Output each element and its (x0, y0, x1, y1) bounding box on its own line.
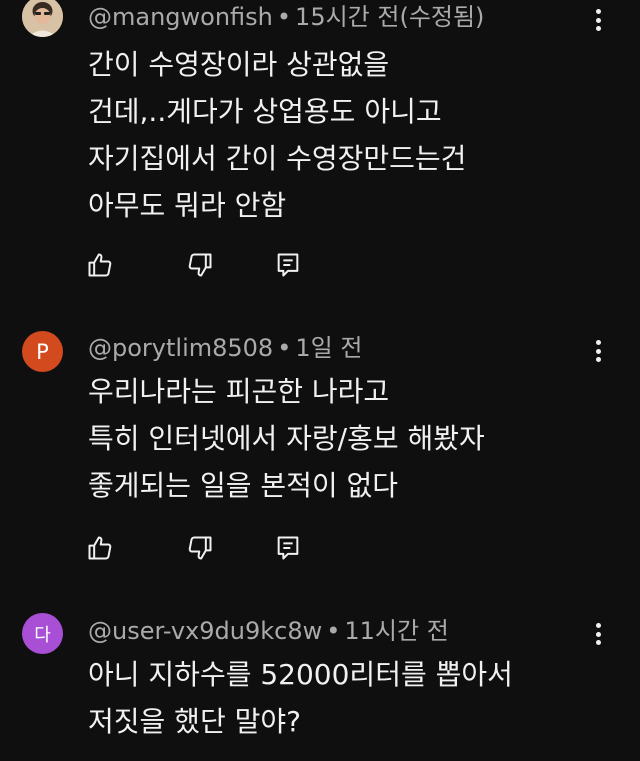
comment-meta: @mangwonfish • 15시간 전(수정됨) (88, 2, 484, 32)
avatar[interactable]: P (22, 331, 63, 372)
thumbs-down-icon (188, 536, 212, 560)
author-name[interactable]: @mangwonfish (88, 3, 273, 31)
avatar-letter: 다 (34, 624, 51, 646)
reply-icon (277, 536, 299, 560)
more-vertical-icon-dot (595, 26, 601, 31)
comment-line: 좋게되는 일을 본적이 없다 (88, 469, 399, 502)
more-vertical-icon (595, 9, 601, 14)
comment-text: 우리나라는 피곤한 나라고 특히 인터넷에서 자랑/홍보 해봤자 좋게되는 일을… (88, 368, 485, 509)
comment-line: 우리나라는 피곤한 나라고 (88, 375, 390, 408)
reply-button[interactable] (274, 534, 302, 562)
more-vertical-icon-dot (595, 17, 601, 23)
more-options-button[interactable] (586, 6, 610, 34)
separator-dot: • (326, 617, 341, 645)
separator-dot: • (277, 334, 292, 362)
more-vertical-icon (595, 340, 601, 345)
avatar[interactable]: 다 (22, 613, 63, 654)
dislike-button[interactable] (186, 534, 214, 562)
avatar[interactable] (22, 0, 63, 37)
avatar-letter: P (36, 339, 49, 364)
more-options-button[interactable] (586, 337, 610, 365)
thumbs-up-icon (88, 253, 112, 277)
more-vertical-icon-dot (595, 348, 601, 354)
like-button[interactable] (86, 251, 114, 279)
comment-time: 11시간 전 (344, 617, 449, 645)
avatar-photo (22, 0, 63, 37)
comment-line: 저짓을 했단 말야? (88, 705, 301, 738)
comment-line: 간이 수영장이라 상관없을 (88, 48, 390, 81)
more-vertical-icon-dot (595, 357, 601, 362)
separator-dot: • (276, 3, 292, 31)
dislike-button[interactable] (186, 251, 214, 279)
comment-text: 간이 수영장이라 상관없을 건데,..게다가 상업용도 아니고 자기집에서 간이… (88, 41, 466, 229)
like-button[interactable] (86, 534, 114, 562)
thumbs-up-icon (88, 536, 112, 560)
comment-line: 아무도 뭐라 안함 (88, 189, 287, 222)
thumbs-down-icon (188, 253, 212, 277)
reply-icon (277, 253, 299, 277)
comment-text: 아니 지하수를 52000리터를 뽑아서 저짓을 했단 말야? (88, 651, 513, 745)
comment-line: 특히 인터넷에서 자랑/홍보 해봤자 (88, 422, 485, 455)
more-vertical-icon-dot (595, 631, 601, 637)
reply-button[interactable] (274, 251, 302, 279)
more-vertical-icon-dot (595, 640, 601, 645)
comment-time: 15시간 전(수정됨) (295, 3, 485, 31)
comment-line: 아니 지하수를 52000리터를 뽑아서 (88, 658, 513, 691)
comment-meta: @porytlim8508 • 1일 전 (88, 333, 362, 363)
comment-line: 자기집에서 간이 수영장만드는건 (88, 142, 467, 175)
comment-line: 건데,..게다가 상업용도 아니고 (88, 95, 442, 128)
author-name[interactable]: @porytlim8508 (88, 334, 273, 362)
more-options-button[interactable] (586, 620, 610, 648)
more-vertical-icon (595, 623, 601, 628)
comment-meta: @user-vx9du9kc8w • 11시간 전 (88, 616, 449, 646)
author-name[interactable]: @user-vx9du9kc8w (88, 617, 322, 645)
comment-time: 1일 전 (295, 334, 363, 362)
